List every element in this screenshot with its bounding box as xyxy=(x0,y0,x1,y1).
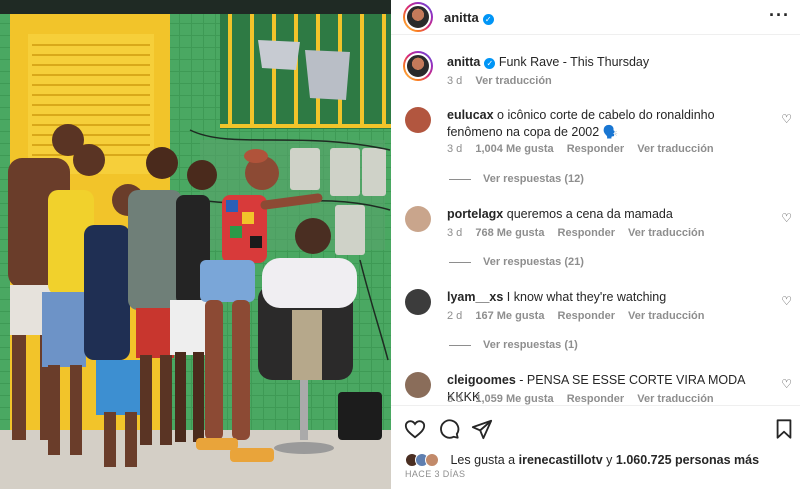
comment-time[interactable]: 3 d xyxy=(447,393,462,405)
comment-like-heart-icon[interactable]: ♡ xyxy=(781,211,792,225)
post-image xyxy=(0,0,391,489)
post-header: anitta ✓ ··· xyxy=(391,0,800,35)
comment-like-heart-icon[interactable]: ♡ xyxy=(781,294,792,308)
comment-likes[interactable]: 1,059 Me gusta xyxy=(475,393,553,405)
likes-prefix: Les gusta a xyxy=(450,453,516,467)
comment-reply-button[interactable]: Responder xyxy=(558,227,615,239)
verified-badge-icon: ✓ xyxy=(482,14,494,25)
author-username[interactable]: anitta ✓ xyxy=(444,10,494,25)
caption-author[interactable]: anitta xyxy=(447,55,480,69)
comment-likes[interactable]: 167 Me gusta xyxy=(475,310,544,322)
likes-summary: Les gusta a irenecastillotv y 1.060.725 … xyxy=(405,453,759,467)
view-replies-button[interactable]: Ver respuestas (1) xyxy=(449,339,578,351)
comment-like-heart-icon[interactable]: ♡ xyxy=(781,377,792,391)
commenter-avatar[interactable] xyxy=(405,206,431,232)
caption-avatar[interactable] xyxy=(403,51,433,81)
post-details-panel: anitta ✓ ··· anitta ✓ Funk Rave - This Thu… xyxy=(391,0,800,489)
post-photo[interactable] xyxy=(0,0,391,489)
comment-meta: 3 d 1,004 Me gusta Responder Ver traducc… xyxy=(447,143,724,155)
commenter-username[interactable]: portelagx xyxy=(447,207,503,221)
caption-meta: 3 d Ver traducción xyxy=(447,75,562,87)
commenter-username[interactable]: eulucax xyxy=(447,108,494,122)
caption-body: Funk Rave - This Thursday xyxy=(498,55,650,69)
view-replies-button[interactable]: Ver respuestas (21) xyxy=(449,256,584,268)
comment-likes[interactable]: 1,004 Me gusta xyxy=(475,143,553,155)
replies-divider xyxy=(449,344,471,346)
caption-text: anitta ✓ Funk Rave - This Thursday xyxy=(447,54,767,71)
comment-text: portelagx queremos a cena da mamada xyxy=(447,206,767,223)
likes-user[interactable]: irenecastillotv xyxy=(519,453,603,467)
more-options-icon[interactable]: ··· xyxy=(769,5,790,26)
post-timestamp[interactable]: HACE 3 DÍAS xyxy=(405,469,465,479)
comment-text: lyam__xs I know what they're watching xyxy=(447,289,767,306)
verified-badge-icon: ✓ xyxy=(484,58,496,69)
comment-reply-button[interactable]: Responder xyxy=(567,393,624,405)
replies-divider xyxy=(449,178,471,180)
comments-list[interactable]: anitta ✓ Funk Rave - This Thursday 3 d Ve… xyxy=(391,36,800,405)
comment-reply-button[interactable]: Responder xyxy=(567,143,624,155)
heart-icon[interactable] xyxy=(404,418,426,440)
comment-body: I know what they're watching xyxy=(506,290,667,304)
view-replies-label[interactable]: Ver respuestas (21) xyxy=(483,256,584,268)
comment-icon[interactable] xyxy=(438,418,460,440)
comment-time[interactable]: 3 d xyxy=(447,227,462,239)
likes-others[interactable]: 1.060.725 personas más xyxy=(616,453,759,467)
view-replies-label[interactable]: Ver respuestas (12) xyxy=(483,173,584,185)
comment-reply-button[interactable]: Responder xyxy=(558,310,615,322)
comment-like-heart-icon[interactable]: ♡ xyxy=(781,112,792,126)
caption-time[interactable]: 3 d xyxy=(447,75,462,87)
comment-time[interactable]: 3 d xyxy=(447,143,462,155)
comment-translate-link[interactable]: Ver traducción xyxy=(628,310,704,322)
commenter-avatar[interactable] xyxy=(405,107,431,133)
replies-divider xyxy=(449,261,471,263)
comment-time[interactable]: 2 d xyxy=(447,310,462,322)
comment-likes[interactable]: 768 Me gusta xyxy=(475,227,544,239)
commenter-avatar[interactable] xyxy=(405,289,431,315)
liker-avatar xyxy=(425,453,439,467)
bookmark-icon[interactable] xyxy=(773,418,795,440)
view-replies-label[interactable]: Ver respuestas (1) xyxy=(483,339,578,351)
comment-translate-link[interactable]: Ver traducción xyxy=(637,143,713,155)
comment-meta: 3 d 1,059 Me gusta Responder Ver traducc… xyxy=(447,393,724,405)
commenter-username[interactable]: lyam__xs xyxy=(447,290,503,304)
comment-meta: 2 d 167 Me gusta Responder Ver traducció… xyxy=(447,310,714,322)
comment-meta: 3 d 768 Me gusta Responder Ver traducció… xyxy=(447,227,714,239)
comment-text: eulucax o icônico corte de cabelo do ron… xyxy=(447,107,767,141)
view-replies-button[interactable]: Ver respuestas (12) xyxy=(449,173,584,185)
commenter-username[interactable]: cleigoomes xyxy=(447,373,516,387)
commenter-avatar[interactable] xyxy=(405,372,431,398)
author-username-text[interactable]: anitta xyxy=(444,10,479,25)
caption-translate-link[interactable]: Ver traducción xyxy=(475,75,551,87)
comment-body: queremos a cena da mamada xyxy=(506,207,673,221)
likes-joiner: y xyxy=(606,453,613,467)
author-avatar[interactable] xyxy=(403,2,433,32)
comment-translate-link[interactable]: Ver traducción xyxy=(637,393,713,405)
send-icon[interactable] xyxy=(471,418,493,440)
comment-translate-link[interactable]: Ver traducción xyxy=(628,227,704,239)
